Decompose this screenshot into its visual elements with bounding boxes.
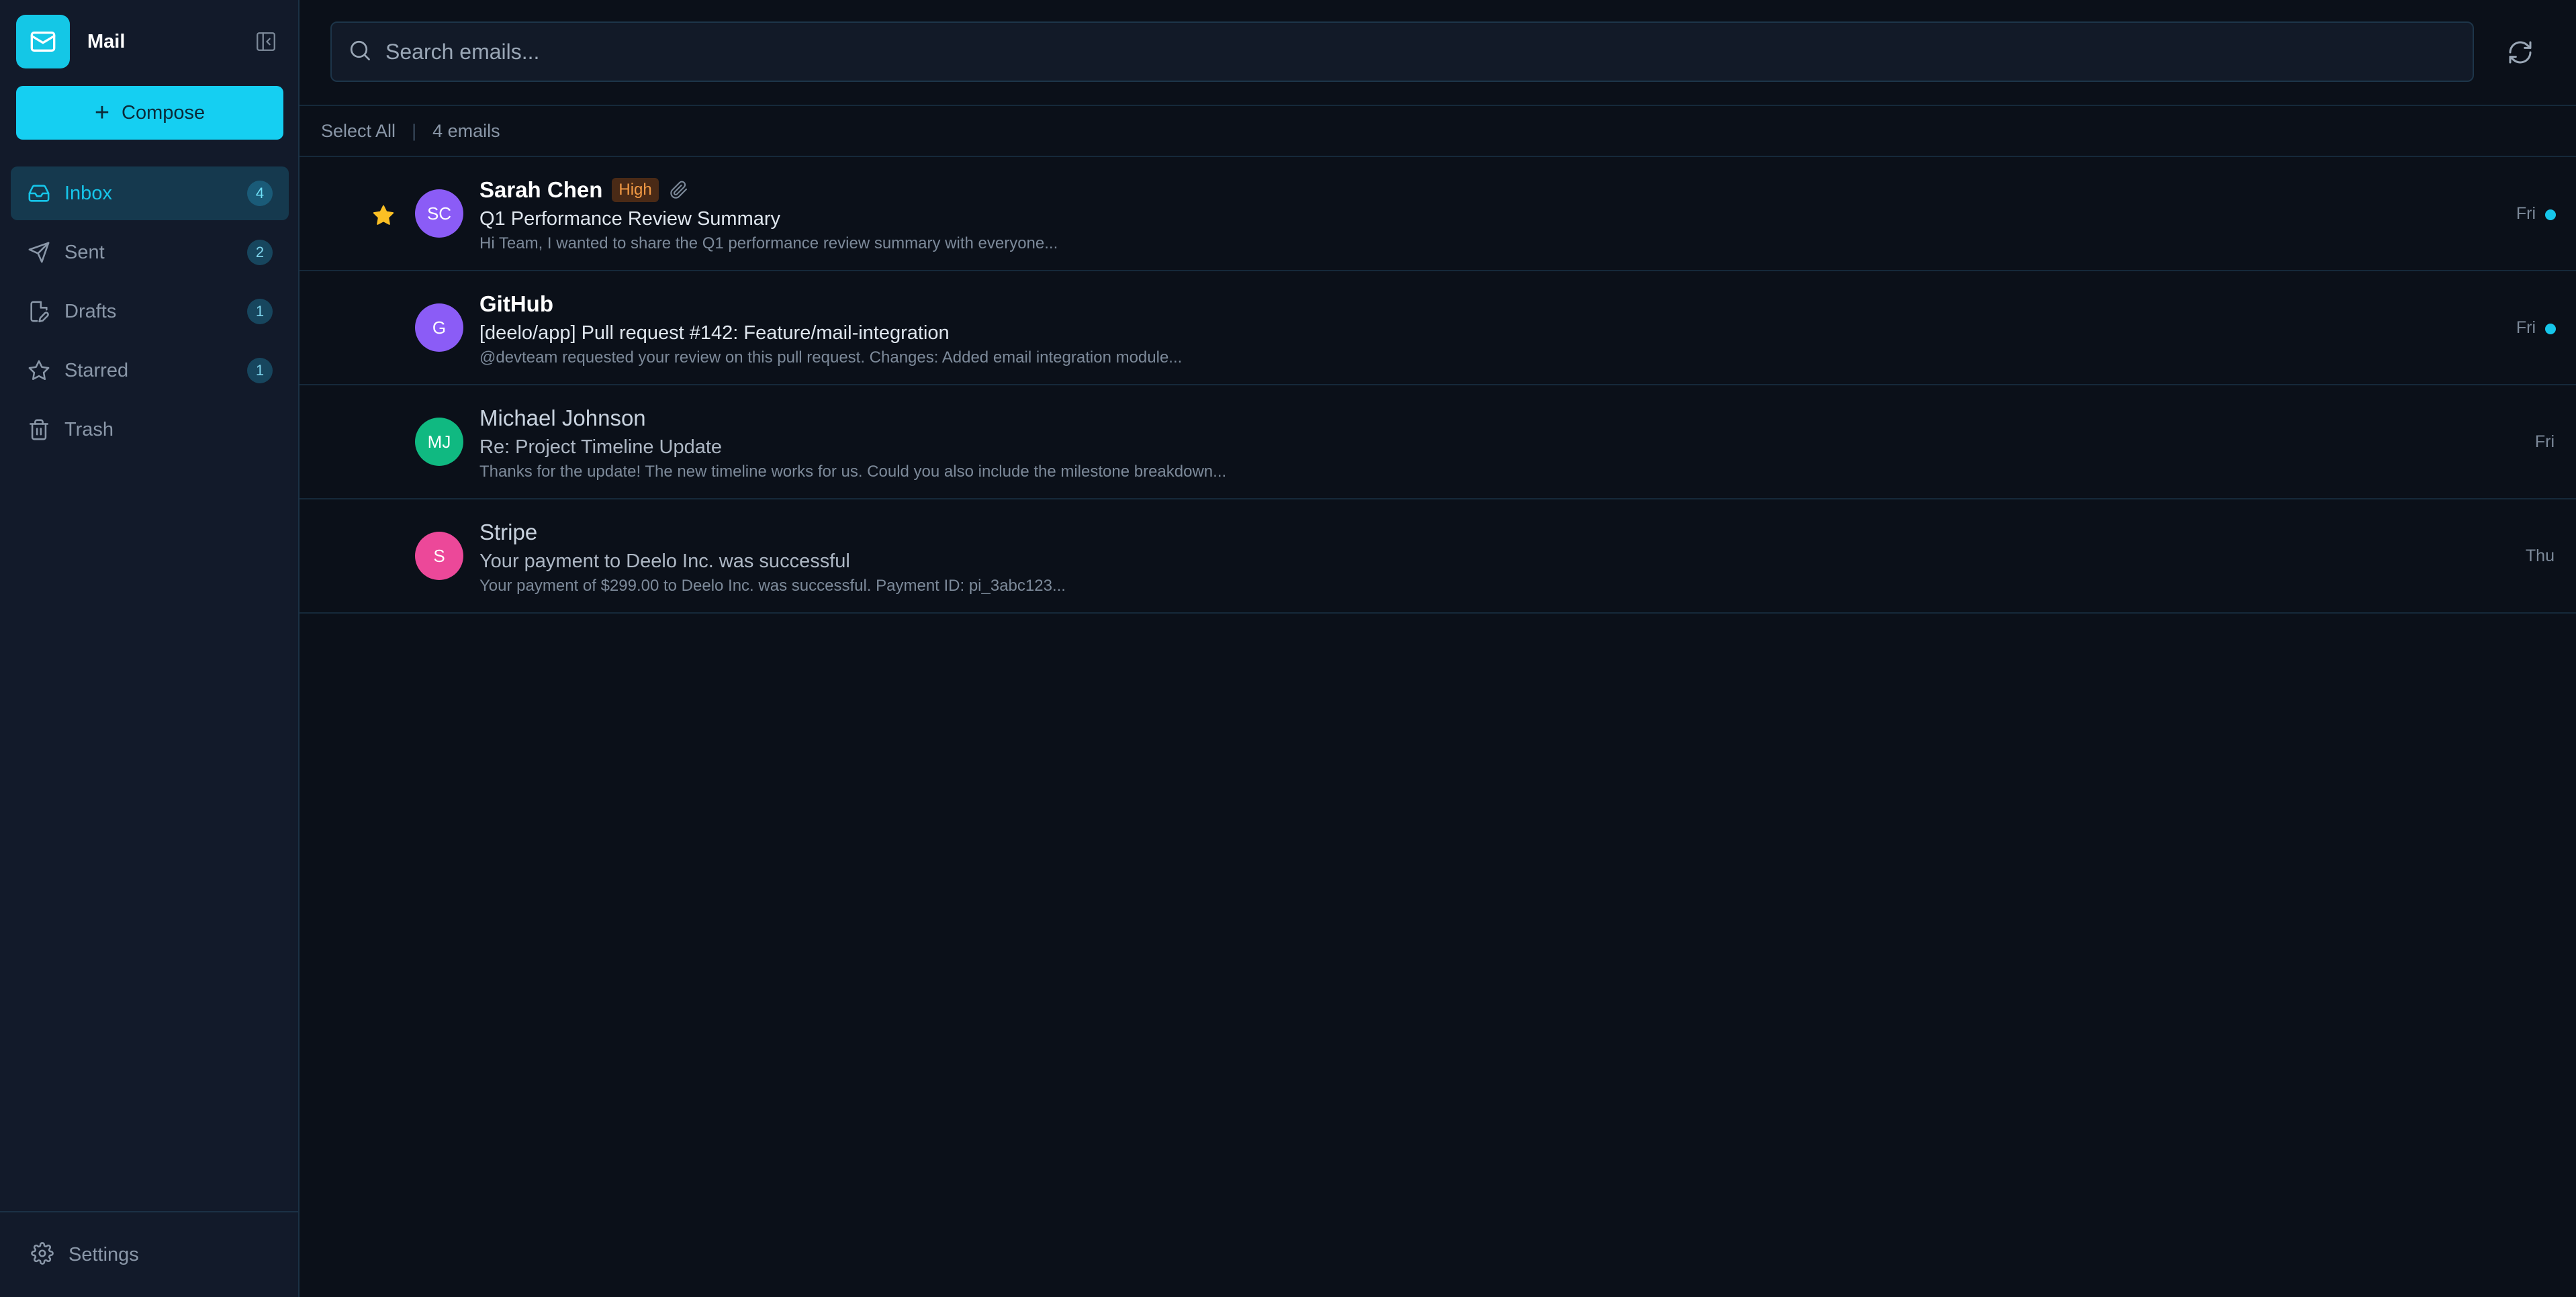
- panel-left-close-icon: [257, 32, 275, 51]
- email-preview: Hi Team, I wanted to share the Q1 perfor…: [479, 234, 1058, 252]
- send-icon: [26, 239, 52, 266]
- email-date: Fri: [2516, 318, 2536, 337]
- folder-nav: Inbox 4 Sent 2 Drafts 1 Starred 1 Trash: [11, 166, 289, 462]
- sender-name: Michael Johnson: [479, 405, 646, 430]
- count-badge: 1: [247, 358, 273, 383]
- email-subject: Q1 Performance Review Summary: [479, 208, 781, 230]
- sender-name: GitHub: [479, 291, 553, 316]
- count-badge: 2: [247, 240, 273, 265]
- sidebar-item-label: Trash: [64, 418, 114, 440]
- email-row[interactable]: S Stripe Your payment to Deelo Inc. was …: [300, 499, 2576, 614]
- file-edit-icon: [26, 298, 52, 325]
- compose-label: Compose: [122, 101, 205, 124]
- plus-icon: +: [94, 99, 110, 127]
- avatar: SC: [415, 189, 463, 238]
- refresh-button[interactable]: [2506, 38, 2534, 66]
- email-row[interactable]: MJ Michael Johnson Re: Project Timeline …: [300, 385, 2576, 499]
- avatar: MJ: [415, 418, 463, 466]
- refresh-icon: [2509, 41, 2532, 64]
- search-input[interactable]: [384, 38, 2435, 65]
- inbox-icon: [26, 180, 52, 207]
- settings-label: Settings: [68, 1243, 139, 1265]
- sidebar-item-label: Sent: [64, 241, 105, 263]
- sidebar-item-label: Inbox: [64, 182, 112, 204]
- email-count: 4 emails: [432, 120, 500, 141]
- unread-dot: [2545, 209, 2556, 220]
- divider: |: [412, 120, 417, 141]
- email-content: Michael Johnson Re: Project Timeline Upd…: [479, 403, 1226, 483]
- sidebar-item-inbox[interactable]: Inbox 4: [11, 166, 289, 220]
- email-content: Stripe Your payment to Deelo Inc. was su…: [479, 517, 1066, 597]
- email-subject: Your payment to Deelo Inc. was successfu…: [479, 550, 850, 572]
- sidebar-item-trash[interactable]: Trash: [11, 403, 289, 457]
- main-panel: Select All | 4 emails SC Sarah Chen High: [300, 0, 2576, 1297]
- collapse-sidebar-button[interactable]: [252, 28, 279, 55]
- email-preview: @devteam requested your review on this p…: [479, 348, 1183, 367]
- email-row[interactable]: SC Sarah Chen High Q1 Performance Review…: [300, 157, 2576, 271]
- paperclip-icon: [670, 180, 690, 200]
- unread-count-badge: 4: [247, 181, 273, 206]
- list-toolbar: Select All | 4 emails: [300, 106, 2576, 157]
- select-all-button[interactable]: Select All: [321, 121, 396, 142]
- avatar: G: [415, 303, 463, 352]
- email-list: SC Sarah Chen High Q1 Performance Review…: [300, 157, 2576, 614]
- sidebar: Mail + Compose Inbox 4 Sent 2 Drafts 1 S…: [0, 0, 300, 1297]
- email-date: Fri: [2534, 432, 2555, 451]
- email-content: Sarah Chen High Q1 Performance Review Su…: [479, 175, 1058, 255]
- email-date: Thu: [2525, 546, 2555, 565]
- search-box: [330, 21, 2474, 82]
- compose-button[interactable]: + Compose: [16, 86, 283, 140]
- sidebar-item-label: Drafts: [64, 300, 117, 322]
- settings-button[interactable]: Settings: [0, 1211, 298, 1297]
- email-preview: Thanks for the update! The new timeline …: [479, 463, 1227, 481]
- sender-name: Stripe: [479, 520, 538, 544]
- email-subject: Re: Project Timeline Update: [479, 436, 723, 458]
- sidebar-item-drafts[interactable]: Drafts 1: [11, 285, 289, 338]
- mail-logo-icon: [16, 15, 70, 68]
- search-icon: [348, 38, 372, 66]
- trash-icon: [26, 416, 52, 443]
- sidebar-item-starred[interactable]: Starred 1: [11, 344, 289, 397]
- sender-name: Sarah Chen: [479, 177, 603, 202]
- star-filled-icon[interactable]: [372, 204, 395, 227]
- email-subject: [deelo/app] Pull request #142: Feature/m…: [479, 322, 950, 344]
- star-icon: [26, 357, 52, 384]
- count-badge: 1: [247, 299, 273, 324]
- sidebar-item-sent[interactable]: Sent 2: [11, 226, 289, 279]
- sidebar-item-label: Starred: [64, 359, 129, 381]
- top-bar: [300, 0, 2576, 106]
- email-content: GitHub [deelo/app] Pull request #142: Fe…: [479, 289, 1182, 369]
- mail-app: Mail + Compose Inbox 4 Sent 2 Drafts 1 S…: [0, 0, 2576, 1297]
- unread-dot: [2545, 324, 2556, 334]
- avatar: S: [415, 532, 463, 580]
- app-name: Mail: [87, 30, 126, 52]
- email-row[interactable]: G GitHub [deelo/app] Pull request #142: …: [300, 271, 2576, 385]
- email-preview: Your payment of $299.00 to Deelo Inc. wa…: [479, 577, 1066, 595]
- brand: Mail: [16, 15, 283, 68]
- email-date: Fri: [2516, 204, 2536, 223]
- gear-icon: [31, 1241, 54, 1268]
- priority-badge: High: [612, 178, 659, 202]
